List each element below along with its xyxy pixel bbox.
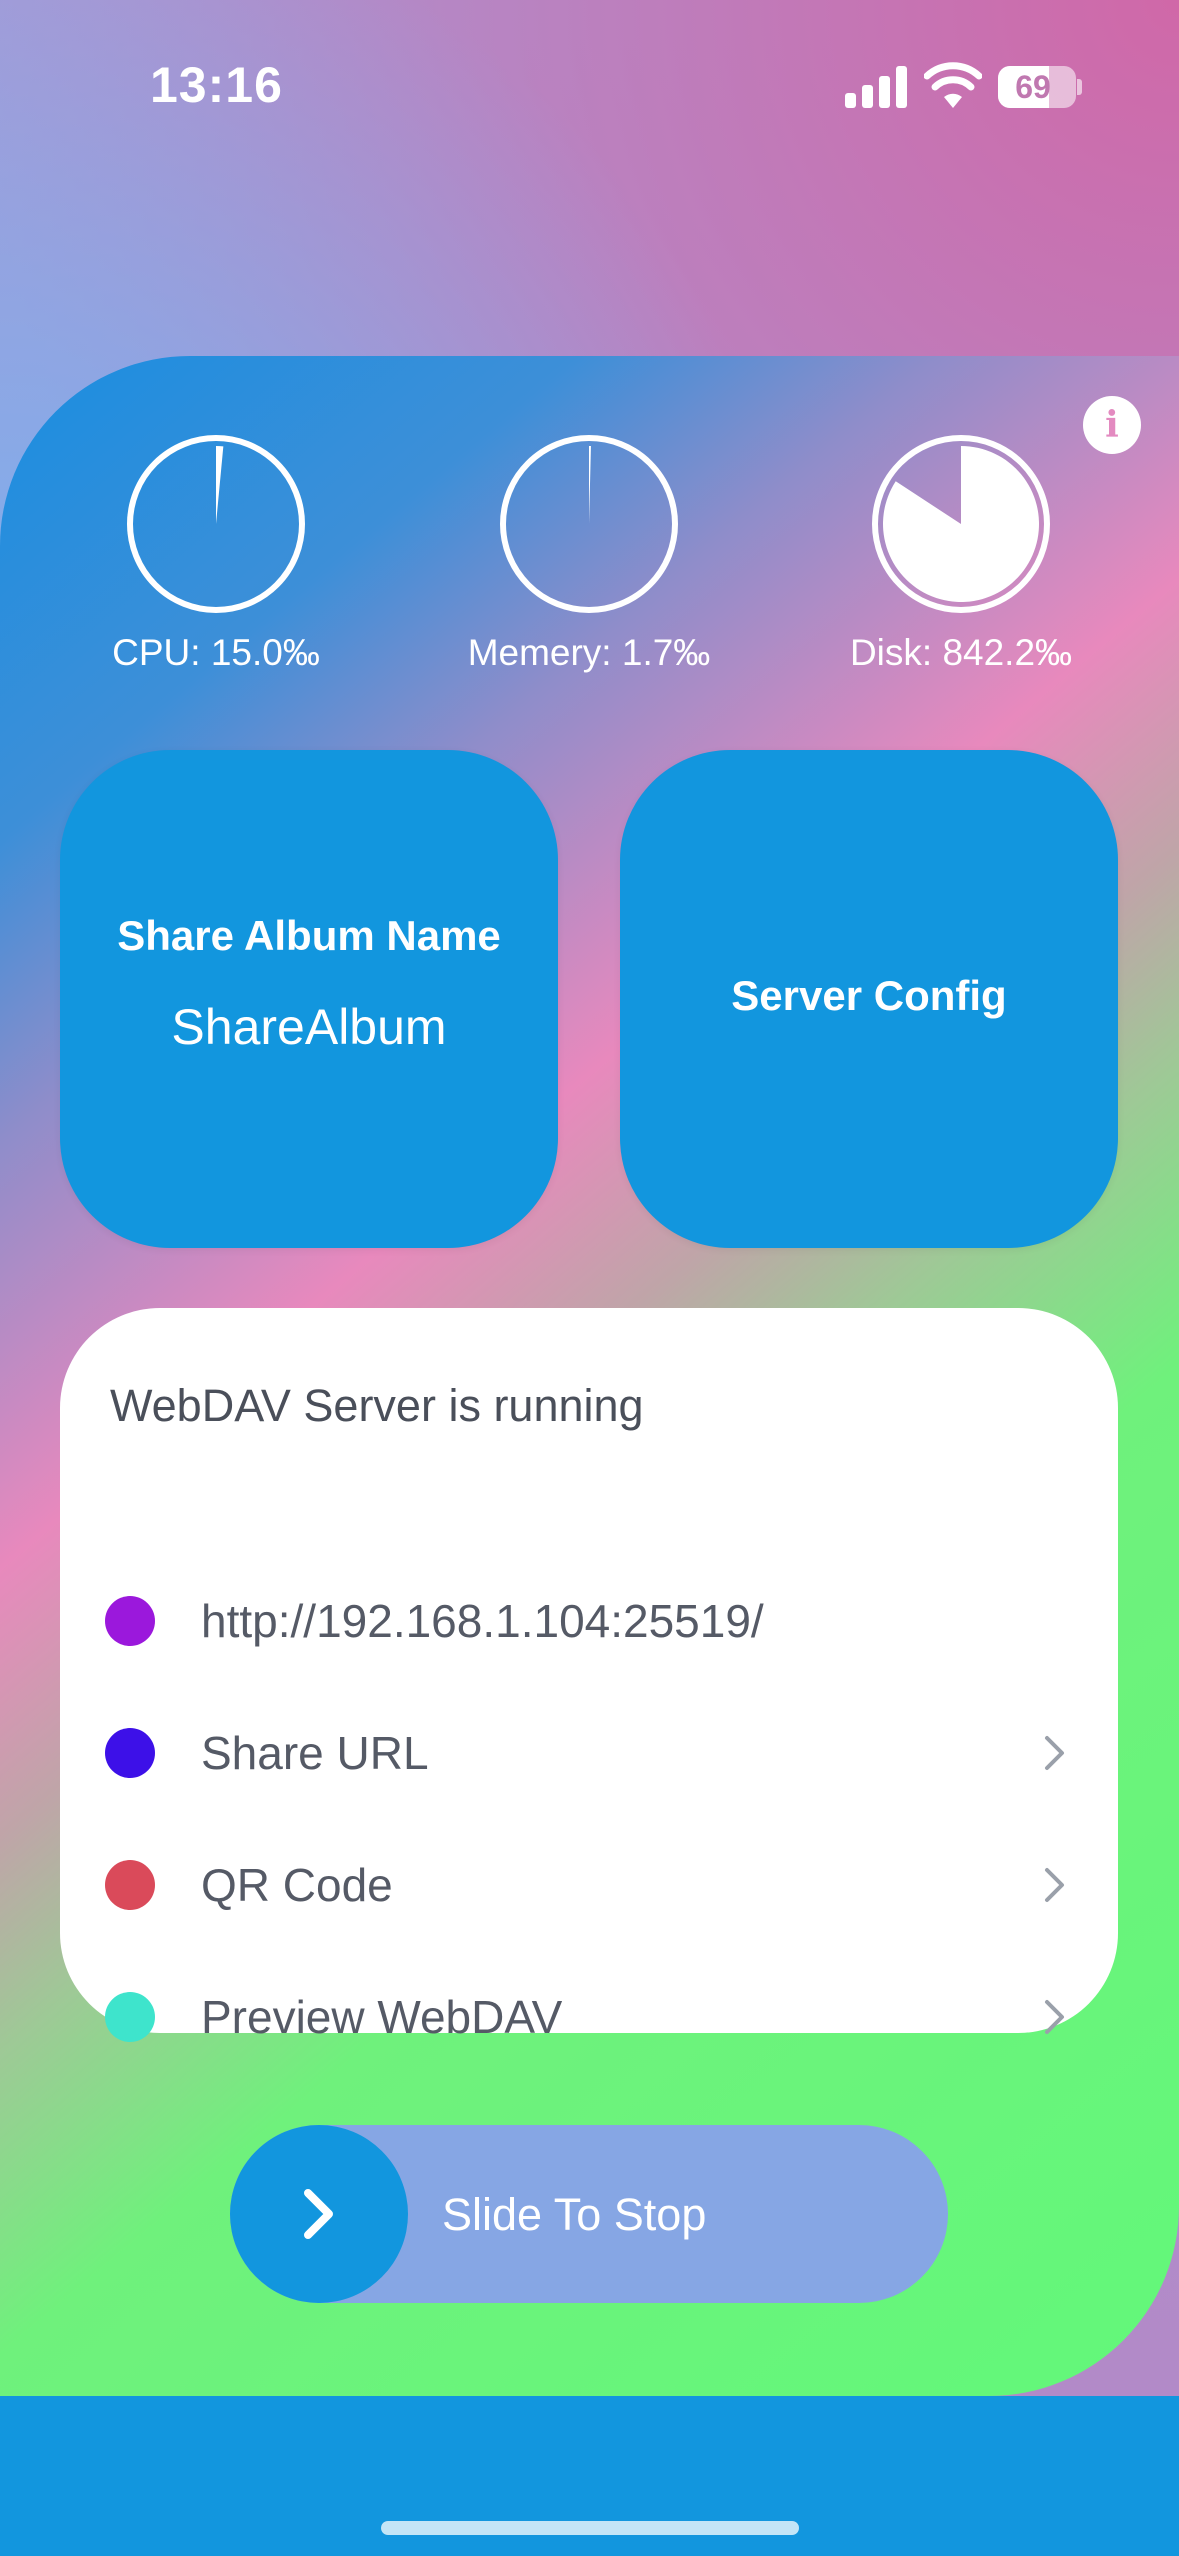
disk-gauge-fill — [883, 446, 1040, 602]
server-status: WebDAV Server is running — [110, 1380, 644, 1431]
server-url-row[interactable]: http://192.168.1.104:25519/ — [60, 1572, 1118, 1672]
teal-dot — [105, 1992, 155, 2042]
share-url-row[interactable]: Share URL — [60, 1704, 1118, 1804]
server-config-tile[interactable]: Server Config — [620, 750, 1118, 1248]
red-dot — [105, 1860, 155, 1910]
server-panel: WebDAV Server is running http://192.168.… — [60, 1308, 1118, 2043]
disk-gauge — [872, 435, 1050, 613]
battery-level: 69 — [1015, 69, 1051, 105]
qr-code-row[interactable]: QR Code — [60, 1836, 1118, 1936]
cpu-gauge — [127, 435, 305, 613]
slider-label: Slide To Stop — [442, 2189, 707, 2240]
preview-webdav-label: Preview WebDAV — [201, 1991, 563, 2043]
chevron-right-icon — [1045, 2000, 1064, 2034]
status-bar: 13:16 69 — [0, 0, 1179, 170]
disk-label: Disk: 842.2‰ — [849, 632, 1073, 673]
purple-dot — [105, 1596, 155, 1646]
battery-icon: 69 — [998, 66, 1076, 108]
cellular-signal-icon — [845, 66, 907, 108]
memory-label: Memery: 1.7‰ — [467, 632, 711, 673]
wifi-icon — [924, 62, 982, 108]
chevron-right-icon — [1045, 1736, 1064, 1770]
share-url-label: Share URL — [201, 1727, 429, 1779]
chevron-right-icon — [304, 2189, 333, 2239]
server-url: http://192.168.1.104:25519/ — [201, 1595, 764, 1647]
qr-code-label: QR Code — [201, 1859, 393, 1911]
cpu-gauge-fill — [216, 446, 224, 524]
slider-knob[interactable] — [230, 2125, 408, 2303]
info-icon[interactable]: i — [1083, 396, 1141, 454]
memory-gauge-fill — [589, 445, 591, 524]
server-config-title: Server Config — [731, 972, 1007, 1019]
battery-nub — [1077, 79, 1082, 95]
memory-gauge — [500, 435, 678, 613]
blue-dot — [105, 1728, 155, 1778]
slide-to-stop-slider[interactable]: Slide To Stop — [230, 2125, 948, 2303]
share-album-value: ShareAlbum — [171, 999, 447, 1055]
home-indicator — [381, 2521, 799, 2535]
cpu-label: CPU: 15.0‰ — [112, 632, 320, 673]
share-album-tile[interactable]: Share Album Name ShareAlbum — [60, 750, 558, 1248]
preview-webdav-row[interactable]: Preview WebDAV — [60, 1968, 1118, 2068]
status-time: 13:16 — [150, 57, 283, 113]
chevron-right-icon — [1045, 1868, 1064, 1902]
share-album-title: Share Album Name — [117, 912, 501, 959]
